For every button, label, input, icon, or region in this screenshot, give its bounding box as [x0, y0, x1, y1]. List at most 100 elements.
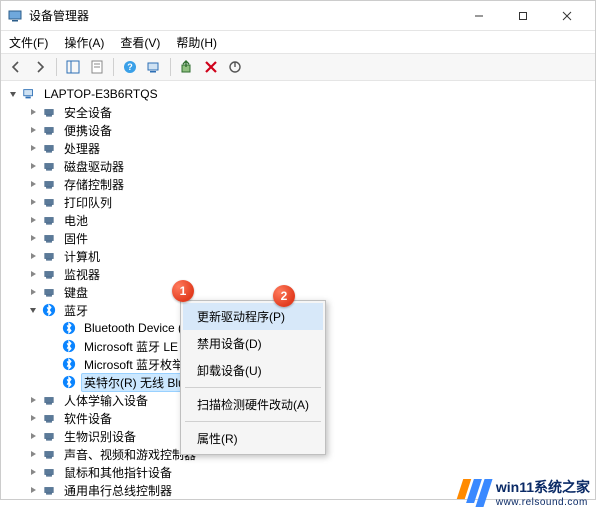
category-node[interactable]: 电池	[5, 211, 595, 229]
titlebar: 设备管理器	[1, 1, 595, 31]
expand-toggle[interactable]	[27, 142, 39, 154]
context-menu-item[interactable]: 属性(R)	[183, 425, 323, 452]
menu-help[interactable]: 帮助(H)	[170, 32, 223, 53]
toolbar: ?	[1, 53, 595, 81]
tree-node-label: 通用串行总线控制器	[61, 481, 175, 500]
biometric-icon	[41, 428, 57, 444]
battery-icon	[41, 212, 57, 228]
category-node[interactable]: 安全设备	[5, 103, 595, 121]
category-node[interactable]: 存储控制器	[5, 175, 595, 193]
expand-toggle[interactable]	[27, 232, 39, 244]
update-driver-button[interactable]	[176, 56, 198, 78]
category-node[interactable]: 磁盘驱动器	[5, 157, 595, 175]
tree-node-label: 电池	[61, 211, 91, 230]
toolbar-separator	[170, 58, 171, 76]
disable-device-button[interactable]	[224, 56, 246, 78]
expand-toggle[interactable]	[27, 214, 39, 226]
bluetooth-icon	[61, 356, 77, 372]
bluetooth-icon	[41, 302, 57, 318]
app-icon	[7, 8, 23, 24]
bluetooth-icon	[61, 338, 77, 354]
watermark: win11系统之家 www.relsound.com	[460, 477, 590, 508]
tree-node-label: 软件设备	[61, 409, 115, 428]
storage-icon	[41, 176, 57, 192]
minimize-button[interactable]	[457, 1, 501, 31]
category-node[interactable]: 固件	[5, 229, 595, 247]
back-button[interactable]	[5, 56, 27, 78]
context-menu-item[interactable]: 禁用设备(D)	[183, 330, 323, 357]
menubar: 文件(F) 操作(A) 查看(V) 帮助(H)	[1, 31, 595, 53]
expand-toggle[interactable]	[27, 412, 39, 424]
maximize-button[interactable]	[501, 1, 545, 31]
expand-toggle[interactable]	[27, 430, 39, 442]
expand-toggle[interactable]	[27, 484, 39, 496]
help-button[interactable]: ?	[119, 56, 141, 78]
expand-toggle[interactable]	[27, 268, 39, 280]
expand-toggle[interactable]	[27, 448, 39, 460]
menu-action[interactable]: 操作(A)	[58, 32, 110, 53]
tree-node-label: 磁盘驱动器	[61, 157, 127, 176]
tree-node-label: 网络适配器	[61, 499, 127, 500]
category-node[interactable]: 打印队列	[5, 193, 595, 211]
svg-text:?: ?	[127, 62, 133, 72]
tree-node-label: 键盘	[61, 283, 91, 302]
menu-file[interactable]: 文件(F)	[3, 32, 54, 53]
expand-toggle[interactable]	[27, 466, 39, 478]
tree-node-label: 声音、视频和游戏控制器	[61, 445, 199, 464]
mouse-icon	[41, 464, 57, 480]
software-icon	[41, 410, 57, 426]
menu-view[interactable]: 查看(V)	[114, 32, 166, 53]
expand-toggle[interactable]	[27, 196, 39, 208]
printer-icon	[41, 194, 57, 210]
tree-node-label: 处理器	[61, 139, 103, 158]
expand-toggle[interactable]	[27, 178, 39, 190]
expand-toggle[interactable]	[27, 106, 39, 118]
category-node[interactable]: 监视器	[5, 265, 595, 283]
cpu-icon	[41, 140, 57, 156]
tree-node-label: 监视器	[61, 265, 103, 284]
audio-icon	[41, 446, 57, 462]
close-button[interactable]	[545, 1, 589, 31]
computer-icon	[41, 248, 57, 264]
disk-icon	[41, 158, 57, 174]
expand-toggle[interactable]	[27, 124, 39, 136]
tree-root[interactable]: LAPTOP-E3B6RTQS	[5, 85, 595, 103]
tree-node-label: 安全设备	[61, 103, 115, 122]
scan-hardware-button[interactable]	[143, 56, 165, 78]
tree-node-label: 打印队列	[61, 193, 115, 212]
usb-icon	[41, 482, 57, 498]
keyboard-icon	[41, 284, 57, 300]
category-node[interactable]: 计算机	[5, 247, 595, 265]
watermark-url: www.relsound.com	[496, 497, 590, 508]
firmware-icon	[41, 230, 57, 246]
category-node[interactable]: 键盘	[5, 283, 595, 301]
properties-button[interactable]	[86, 56, 108, 78]
tree-node-label: 计算机	[61, 247, 103, 266]
tree-node-label: 鼠标和其他指针设备	[61, 463, 175, 482]
bluetooth-icon	[61, 374, 77, 390]
tree-node-label: 便携设备	[61, 121, 115, 140]
annotation-marker-1: 1	[172, 280, 194, 302]
category-node[interactable]: 便携设备	[5, 121, 595, 139]
computer-root-icon	[21, 86, 37, 102]
expand-toggle[interactable]	[27, 160, 39, 172]
tree-node-label: 生物识别设备	[61, 427, 139, 446]
collapse-toggle[interactable]	[7, 88, 19, 100]
expand-toggle[interactable]	[27, 286, 39, 298]
context-menu-separator	[185, 421, 321, 422]
context-menu-item[interactable]: 更新驱动程序(P)	[183, 303, 323, 330]
context-menu-item[interactable]: 卸载设备(U)	[183, 357, 323, 384]
portable-icon	[41, 122, 57, 138]
monitor-icon	[41, 266, 57, 282]
collapse-toggle[interactable]	[27, 304, 39, 316]
uninstall-device-button[interactable]	[200, 56, 222, 78]
category-node[interactable]: 处理器	[5, 139, 595, 157]
tree-node-label: 固件	[61, 229, 91, 248]
expand-toggle[interactable]	[27, 394, 39, 406]
shield-icon	[41, 104, 57, 120]
forward-button[interactable]	[29, 56, 51, 78]
toolbar-separator	[56, 58, 57, 76]
show-hide-console-tree-button[interactable]	[62, 56, 84, 78]
context-menu-item[interactable]: 扫描检测硬件改动(A)	[183, 391, 323, 418]
expand-toggle[interactable]	[27, 250, 39, 262]
